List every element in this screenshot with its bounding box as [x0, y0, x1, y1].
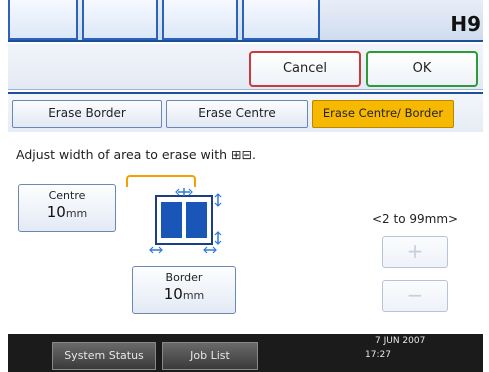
copier-screen: H9 Cancel OK Erase Border Erase Centre E… — [8, 0, 483, 372]
top-tab-strip — [8, 0, 483, 42]
top-tab-3[interactable] — [162, 0, 238, 40]
increase-button[interactable]: + — [382, 236, 448, 268]
time-text: 17:27 — [365, 350, 391, 360]
centre-width-button[interactable]: Centre 10mm — [18, 184, 116, 232]
erase-centre-border-button[interactable]: Erase Centre/ Border — [312, 100, 454, 128]
date-text: 7 JUN 2007 — [375, 336, 426, 346]
ok-button[interactable]: OK — [366, 51, 478, 87]
centre-link-line — [126, 175, 196, 187]
date-time: 7 JUN 2007 17:27 — [365, 334, 425, 362]
border-unit: mm — [182, 289, 205, 302]
figure-badge: H9 — [450, 12, 481, 36]
erase-centre-button[interactable]: Erase Centre — [166, 100, 308, 128]
job-list-button[interactable]: Job List — [162, 342, 258, 370]
top-tab-1[interactable] — [8, 0, 78, 40]
border-label: Border — [165, 271, 203, 284]
erase-area-diagram — [149, 188, 222, 254]
centre-unit: mm — [65, 207, 88, 220]
top-tab-2[interactable] — [82, 0, 158, 40]
border-value: 10 — [163, 285, 183, 303]
cancel-button[interactable]: Cancel — [249, 51, 361, 87]
decrease-button[interactable]: − — [382, 280, 448, 312]
centre-value: 10 — [46, 203, 66, 221]
erase-border-button[interactable]: Erase Border — [12, 100, 162, 128]
system-status-button[interactable]: System Status — [52, 342, 156, 370]
border-width-button[interactable]: Border 10mm — [132, 266, 236, 314]
centre-label: Centre — [48, 189, 86, 202]
top-tab-4[interactable] — [242, 0, 320, 40]
range-hint: <2 to 99mm> — [372, 212, 459, 226]
instruction-text: Adjust width of area to erase with ⊞⊟. — [16, 147, 256, 162]
